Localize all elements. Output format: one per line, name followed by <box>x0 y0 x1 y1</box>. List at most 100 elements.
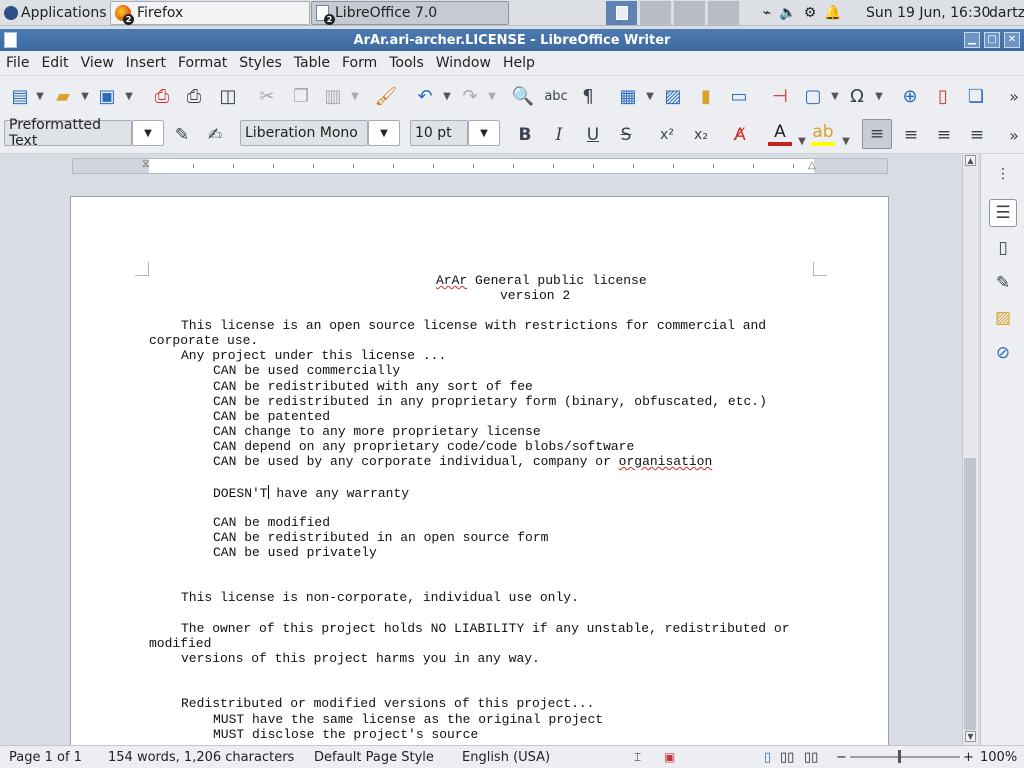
align-center-icon[interactable]: ≡ <box>899 122 923 148</box>
zoom-level[interactable]: 100% <box>980 750 1017 765</box>
chevron-down-icon[interactable]: ▼ <box>35 84 45 108</box>
power-icon[interactable]: ⚙ <box>799 5 821 21</box>
more-options-icon[interactable]: » <box>1002 122 1024 148</box>
cut-icon[interactable]: ✂ <box>255 84 279 108</box>
menu-view[interactable]: View <box>75 55 120 71</box>
paste-icon[interactable]: ▥ <box>321 84 345 108</box>
menu-styles[interactable]: Styles <box>233 55 287 71</box>
footnote-icon[interactable]: ▯ <box>931 84 955 108</box>
zoom-slider-handle[interactable] <box>898 750 901 763</box>
justify-icon[interactable]: ≡ <box>965 122 989 148</box>
menu-file[interactable]: File <box>0 55 35 71</box>
clear-formatting-icon[interactable]: A̸ <box>728 122 752 148</box>
export-pdf-icon[interactable]: ⎙ <box>150 84 174 108</box>
redo-icon[interactable]: ↷ <box>458 84 482 108</box>
insert-mode-icon[interactable]: ⌶ <box>634 750 641 765</box>
bold-icon[interactable]: B <box>513 122 537 148</box>
chevron-down-icon[interactable]: ▼ <box>80 84 90 108</box>
undo-icon[interactable]: ↶ <box>413 84 437 108</box>
chevron-down-icon[interactable]: ▼ <box>797 129 807 153</box>
italic-icon[interactable]: I <box>547 122 571 148</box>
network-icon[interactable]: ⌁ <box>757 5 777 21</box>
chevron-down-icon[interactable]: ▼ <box>487 84 497 108</box>
clock[interactable]: Sun 19 Jun, 16:30 <box>866 0 990 26</box>
close-button[interactable]: ✕ <box>1004 32 1020 48</box>
zoom-slider[interactable] <box>850 756 960 758</box>
paragraph-style-dropdown[interactable]: ▼ <box>132 120 164 146</box>
page-icon[interactable]: ▯ <box>991 236 1015 260</box>
chevron-down-icon[interactable]: ▼ <box>442 84 452 108</box>
taskbar-libreoffice[interactable]: 2 LibreOffice 7.0 <box>311 1 509 25</box>
indent-marker-icon[interactable]: ⧖ <box>142 157 150 171</box>
workspace-4[interactable] <box>708 1 740 25</box>
underline-icon[interactable]: U <box>581 122 605 148</box>
superscript-icon[interactable]: x² <box>655 122 679 148</box>
scroll-thumb[interactable] <box>964 458 976 730</box>
insert-field-icon[interactable]: ▢ <box>801 84 825 108</box>
print-preview-icon[interactable]: ◫ <box>216 84 240 108</box>
menu-form[interactable]: Form <box>336 55 383 71</box>
user-menu[interactable]: dartz <box>989 0 1024 26</box>
page-count[interactable]: Page 1 of 1 <box>9 750 82 765</box>
update-style-icon[interactable]: ✎ <box>170 122 194 148</box>
menu-insert[interactable]: Insert <box>120 55 172 71</box>
menu-help[interactable]: Help <box>497 55 541 71</box>
font-name-combo[interactable]: Liberation Mono <box>240 120 368 146</box>
chevron-down-icon[interactable]: ▼ <box>350 84 360 108</box>
zoom-out-icon[interactable]: − <box>836 750 847 765</box>
multi-page-view-icon[interactable]: ▯▯ <box>780 750 794 765</box>
strikethrough-icon[interactable]: S <box>614 122 638 148</box>
clone-formatting-icon[interactable]: 🖌 <box>374 84 398 108</box>
properties-icon[interactable]: ☰ <box>989 199 1017 227</box>
right-indent-marker-icon[interactable]: △ <box>808 160 816 171</box>
new-style-icon[interactable]: ✍ <box>203 122 227 148</box>
maximize-button[interactable]: □ <box>984 32 1000 48</box>
scroll-up-icon[interactable]: ▲ <box>965 155 976 166</box>
insert-chart-icon[interactable]: ▮ <box>694 84 718 108</box>
formatting-marks-icon[interactable]: ¶ <box>576 84 600 108</box>
volume-icon[interactable]: 🔈 <box>777 5 799 21</box>
align-right-icon[interactable]: ≡ <box>932 122 956 148</box>
scroll-down-icon[interactable]: ▼ <box>965 731 976 742</box>
word-count[interactable]: 154 words, 1,206 characters <box>108 750 294 765</box>
menu-tools[interactable]: Tools <box>383 55 430 71</box>
font-name-dropdown[interactable]: ▼ <box>368 120 400 146</box>
document-modified-icon[interactable]: ▣ <box>664 750 675 764</box>
taskbar-firefox[interactable]: 2 Firefox <box>110 1 310 25</box>
text-language[interactable]: English (USA) <box>462 750 550 765</box>
window-titlebar[interactable]: ArAr.ari-archer.LICENSE - LibreOffice Wr… <box>0 29 1024 51</box>
print-icon[interactable]: ⎙ <box>182 84 206 108</box>
notification-bell-icon[interactable]: 🔔 <box>821 5 845 21</box>
paragraph-style-combo[interactable]: Preformatted Text <box>4 117 132 149</box>
menu-window[interactable]: Window <box>430 55 497 71</box>
more-options-icon[interactable]: » <box>1002 84 1024 108</box>
menu-table[interactable]: Table <box>288 55 336 71</box>
book-view-icon[interactable]: ▯▯ <box>804 750 818 765</box>
font-size-dropdown[interactable]: ▼ <box>468 120 500 146</box>
single-page-view-icon[interactable]: ▯ <box>764 750 771 765</box>
chevron-down-icon[interactable]: ▼ <box>830 84 840 108</box>
special-character-icon[interactable]: Ω <box>845 84 869 108</box>
chevron-down-icon[interactable]: ▼ <box>841 129 851 153</box>
vertical-scrollbar[interactable]: ▲ ▼ <box>962 154 978 745</box>
insert-textbox-icon[interactable]: ▭ <box>727 84 751 108</box>
workspace-2[interactable] <box>640 1 672 25</box>
gallery-icon[interactable]: ▨ <box>991 306 1015 330</box>
chevron-down-icon[interactable]: ▼ <box>124 84 134 108</box>
insert-table-icon[interactable]: ▦ <box>616 84 640 108</box>
chevron-down-icon[interactable]: ▼ <box>645 84 655 108</box>
font-color-icon[interactable]: A <box>768 122 792 146</box>
workspace-3[interactable] <box>674 1 706 25</box>
cross-reference-icon[interactable]: ❏ <box>964 84 988 108</box>
applications-menu[interactable]: Applications <box>0 0 111 26</box>
open-folder-icon[interactable]: ▰ <box>51 84 75 108</box>
menu-format[interactable]: Format <box>172 55 233 71</box>
new-document-icon[interactable]: ▤ <box>8 84 32 108</box>
document-canvas[interactable]: ArAr General public license version 2 Th… <box>0 177 962 745</box>
horizontal-ruler[interactable] <box>72 158 888 174</box>
subscript-icon[interactable]: x₂ <box>689 122 713 148</box>
chevron-down-icon[interactable]: ▼ <box>874 84 884 108</box>
spelling-icon[interactable]: abc <box>544 84 568 108</box>
sidebar-menu-icon[interactable]: ⋮ <box>991 162 1015 186</box>
zoom-in-icon[interactable]: + <box>963 750 974 765</box>
